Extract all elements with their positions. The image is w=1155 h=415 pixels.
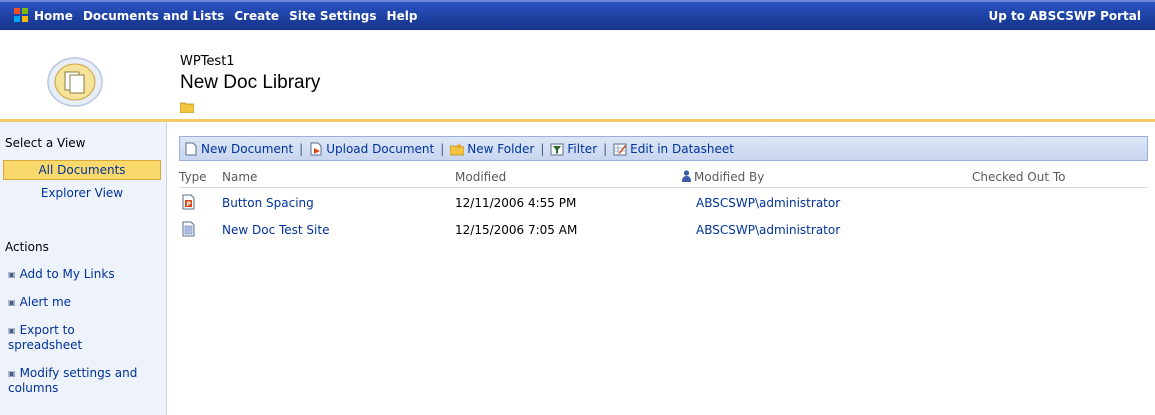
filter-button[interactable]: Filter	[550, 142, 597, 156]
action-label: Export to spreadsheet	[8, 323, 83, 352]
column-header-checked-out-to[interactable]: Checked Out To	[972, 170, 1066, 184]
bullet-icon: ▣	[8, 270, 16, 279]
toolbar-separator: |	[603, 141, 608, 156]
nav-home[interactable]: Home	[34, 9, 73, 23]
page-header: WPTest1 New Doc Library	[0, 30, 1155, 122]
sharepoint-logo-icon	[14, 8, 28, 22]
nav-documents-and-lists[interactable]: Documents and Lists	[83, 9, 224, 23]
document-library-logo-icon	[47, 57, 103, 107]
doc-modified: 12/15/2006 7:05 AM	[455, 223, 578, 237]
table-row[interactable]: P Button Spacing 12/11/2006 4:55 PM ABSC…	[179, 193, 1148, 215]
bullet-icon: ▣	[8, 298, 16, 307]
upload-document-button[interactable]: Upload Document	[309, 142, 434, 156]
nav-create[interactable]: Create	[234, 9, 279, 23]
up-to-portal-link[interactable]: Up to ABSCSWP Portal	[988, 9, 1141, 23]
library-toolbar: New Document | Upload Document | New Fol…	[179, 136, 1148, 161]
column-header-modified[interactable]: Modified	[455, 170, 506, 184]
top-nav-bar: Home Documents and Lists Create Site Set…	[0, 0, 1155, 30]
toolbar-separator: |	[540, 141, 545, 156]
action-label: Modify settings and columns	[8, 366, 138, 395]
ppt-document-icon: P	[182, 194, 195, 210]
column-header-modified-by[interactable]: Modified By	[681, 170, 764, 184]
page-title: New Doc Library	[180, 72, 321, 93]
new-folder-label: New Folder	[467, 141, 535, 156]
edit-in-datasheet-label: Edit in Datasheet	[630, 141, 734, 156]
toolbar-separator: |	[440, 141, 445, 156]
filter-icon	[550, 143, 564, 155]
datasheet-icon	[613, 143, 627, 155]
person-icon	[682, 170, 691, 182]
action-alert-me[interactable]: ▣ Alert me	[8, 295, 158, 310]
doc-modified-by-link[interactable]: ABSCSWP\administrator	[696, 223, 840, 237]
svg-text:P: P	[187, 201, 192, 208]
left-sidebar: Select a View All Documents Explorer Vie…	[0, 122, 167, 415]
column-header-name[interactable]: Name	[222, 170, 257, 184]
view-all-documents[interactable]: All Documents	[3, 160, 161, 180]
new-document-label: New Document	[201, 141, 294, 156]
header-divider-line	[179, 187, 1148, 188]
toolbar-separator: |	[299, 141, 304, 156]
action-export-to-spreadsheet[interactable]: ▣ Export to spreadsheet	[8, 323, 128, 353]
nav-site-settings[interactable]: Site Settings	[289, 9, 376, 23]
upload-document-icon	[310, 142, 322, 155]
doc-modified-by-link[interactable]: ABSCSWP\administrator	[696, 196, 840, 210]
site-name[interactable]: WPTest1	[180, 54, 235, 69]
action-add-to-my-links[interactable]: ▣ Add to My Links	[8, 267, 158, 282]
bullet-icon: ▣	[8, 369, 16, 378]
new-document-button[interactable]: New Document	[184, 142, 293, 156]
filter-label: Filter	[567, 141, 598, 156]
new-folder-button[interactable]: New Folder	[450, 142, 534, 156]
action-label: Alert me	[19, 295, 72, 309]
column-header-modified-by-label: Modified By	[694, 170, 765, 184]
folder-icon	[180, 102, 194, 113]
doc-modified: 12/11/2006 4:55 PM	[455, 196, 577, 210]
header-divider	[0, 119, 1155, 122]
upload-document-label: Upload Document	[326, 141, 435, 156]
select-view-heading: Select a View	[5, 136, 86, 150]
action-modify-settings[interactable]: ▣ Modify settings and columns	[8, 366, 148, 396]
column-header-type[interactable]: Type	[179, 170, 207, 184]
edit-in-datasheet-button[interactable]: Edit in Datasheet	[613, 142, 734, 156]
action-label: Add to My Links	[19, 267, 115, 281]
new-document-icon	[185, 142, 197, 155]
web-page-document-icon	[182, 221, 195, 237]
actions-heading: Actions	[5, 240, 49, 254]
nav-help[interactable]: Help	[387, 9, 418, 23]
new-folder-icon	[450, 142, 465, 155]
doc-name-link[interactable]: Button Spacing	[222, 196, 314, 210]
top-nav-menu: Home Documents and Lists Create Site Set…	[34, 9, 417, 23]
table-row[interactable]: New Doc Test Site 12/15/2006 7:05 AM ABS…	[179, 220, 1148, 242]
view-explorer[interactable]: Explorer View	[3, 186, 161, 200]
bullet-icon: ▣	[8, 326, 16, 335]
doc-name-link[interactable]: New Doc Test Site	[222, 223, 329, 237]
